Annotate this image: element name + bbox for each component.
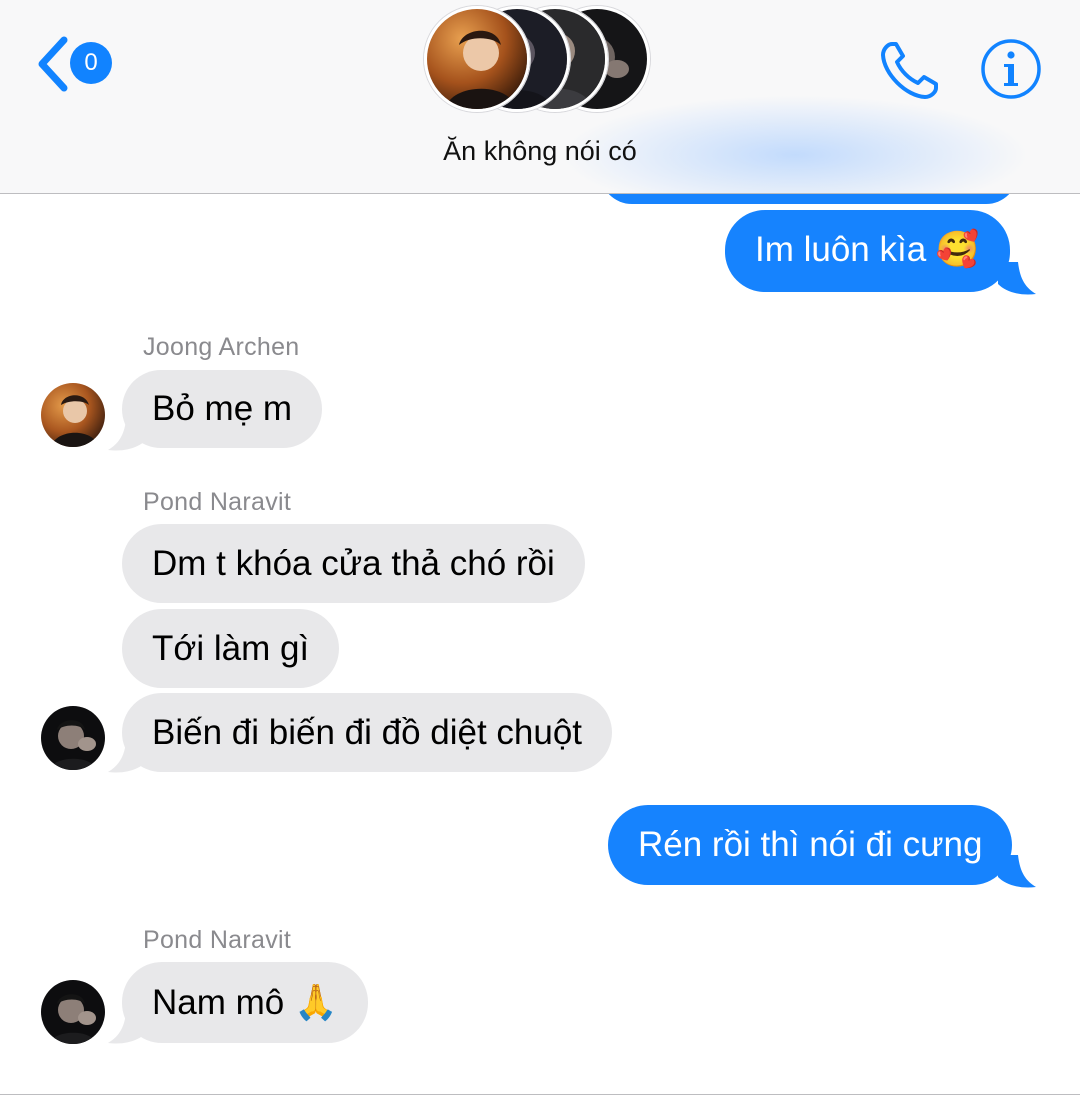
conversation-title[interactable]: Ăn không nói có [0,136,1080,167]
message-text: Biến đi biến đi đồ diệt chuột [152,713,583,752]
message-bubble-incoming[interactable]: Bỏ mẹ m [122,370,323,448]
sender-name: Joong Archen [143,333,300,361]
message-text: Im luôn kìa 🥰 [755,230,980,269]
bubble-tail-incoming [108,420,146,451]
message-text: Rén rồi thì nói đi cưng [638,825,983,864]
message-text: Tới làm gì [152,629,310,668]
info-icon [981,39,1041,99]
sender-name: Pond Naravit [143,488,292,516]
message-text: Nam mô 🙏 [152,983,338,1022]
avatar-joong [424,6,530,112]
message-bubble-incoming[interactable]: Tới làm gì [122,609,340,688]
sender-name: Pond Naravit [143,926,292,954]
bubble-tail-outgoing [998,262,1036,295]
message-bubble-outgoing[interactable]: Rén rồi thì nói đi cưng [608,805,1013,885]
bubble-tail-incoming [108,742,146,773]
message-text: Bỏ mẹ m [152,389,293,428]
divider [0,1094,1080,1095]
avatar-joong[interactable] [41,383,105,447]
message-bubble-outgoing[interactable]: Im luôn kìa 🥰 [725,210,1010,292]
avatar-pond[interactable] [41,706,105,770]
info-button[interactable] [980,38,1042,100]
bubble-tail-incoming [108,1013,146,1044]
conversation-header: 0 Ăn không nói có [0,0,1080,194]
message-text: Dm t khóa cửa thả chó rồi [152,544,555,583]
back-button[interactable]: 0 [34,36,124,92]
group-avatar-stack[interactable] [424,6,664,116]
message-bubble-incoming[interactable]: Nam mô 🙏 [122,962,368,1043]
bubble-tail-outgoing [998,855,1036,888]
phone-icon [881,42,938,99]
chevron-left-icon [38,36,68,92]
message-bubble-incoming[interactable]: Biến đi biến đi đồ diệt chuột [122,693,613,772]
message-bubble-incoming[interactable]: Dm t khóa cửa thả chó rồi [122,524,585,603]
call-button[interactable] [878,38,942,102]
unread-badge: 0 [70,42,112,84]
avatar-pond[interactable] [41,980,105,1044]
